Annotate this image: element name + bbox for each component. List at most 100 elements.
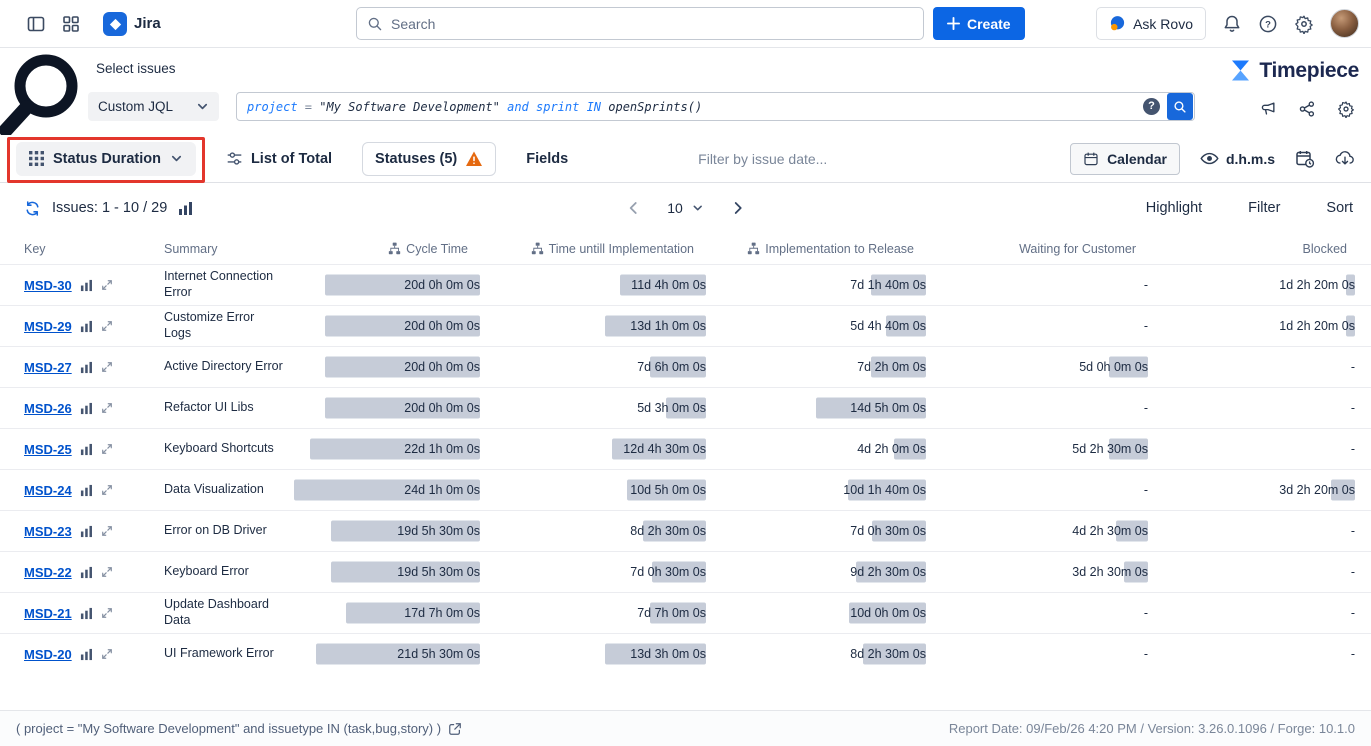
grid-icon — [29, 151, 44, 166]
issue-chart-icon[interactable] — [80, 320, 93, 333]
search-input[interactable] — [391, 16, 913, 32]
issue-chart-icon[interactable] — [80, 648, 93, 661]
column-header-summary[interactable]: Summary — [150, 233, 292, 265]
column-header-cycle_time[interactable]: Cycle Time — [292, 233, 488, 265]
page-size-value: 10 — [667, 200, 683, 216]
jql-mode-select[interactable]: Custom JQL — [88, 92, 219, 121]
key-cell: MSD-26 — [0, 388, 150, 429]
issue-expand-icon[interactable] — [101, 566, 113, 578]
issue-key-link[interactable]: MSD-23 — [24, 524, 72, 539]
issue-expand-icon[interactable] — [101, 443, 113, 455]
export-icon[interactable] — [1335, 149, 1355, 169]
jira-logo[interactable] — [103, 12, 127, 36]
timepiece-logo-icon — [1228, 58, 1253, 83]
issue-chart-icon[interactable] — [80, 484, 93, 497]
duration-cell-cycle_time: 20d 0h 0m 0s — [292, 265, 488, 306]
duration-value: 1d 2h 20m 0s — [1279, 319, 1355, 333]
issue-key-link[interactable]: MSD-30 — [24, 278, 72, 293]
gear-icon[interactable] — [1337, 100, 1355, 118]
issue-key-link[interactable]: MSD-24 — [24, 483, 72, 498]
issue-chart-icon[interactable] — [80, 607, 93, 620]
fields-button[interactable]: Fields — [526, 151, 568, 167]
ask-rovo-button[interactable]: Ask Rovo — [1096, 7, 1206, 40]
duration-value: 8d 2h 30m 0s — [850, 647, 926, 661]
issue-key-link[interactable]: MSD-26 — [24, 401, 72, 416]
jql-search-button[interactable] — [1167, 93, 1193, 120]
issue-key-link[interactable]: MSD-21 — [24, 606, 72, 621]
issue-expand-icon[interactable] — [101, 484, 113, 496]
external-link-icon[interactable] — [448, 722, 462, 736]
issue-expand-icon[interactable] — [101, 279, 113, 291]
column-header-blocked[interactable]: Blocked — [1156, 233, 1371, 265]
column-header-waiting_for_customer[interactable]: Waiting for Customer — [934, 233, 1156, 265]
chart-view-icon[interactable] — [178, 201, 193, 216]
duration-cell-waiting_for_customer: 5d 2h 30m 0s — [934, 429, 1156, 470]
create-button[interactable]: Create — [933, 7, 1025, 40]
sort-button[interactable]: Sort — [1326, 200, 1353, 216]
issue-expand-icon[interactable] — [101, 402, 113, 414]
issue-expand-icon[interactable] — [101, 361, 113, 373]
issue-expand-icon[interactable] — [101, 525, 113, 537]
issue-chart-icon[interactable] — [80, 279, 93, 292]
settings-icon[interactable] — [1294, 14, 1314, 34]
duration-empty: - — [1144, 647, 1148, 661]
report-type-select[interactable]: Status Duration — [16, 142, 196, 176]
next-page-icon[interactable] — [731, 201, 745, 215]
duration-format-toggle[interactable]: d.h.m.s — [1200, 149, 1275, 168]
issue-key-link[interactable]: MSD-29 — [24, 319, 72, 334]
issue-expand-icon[interactable] — [101, 320, 113, 332]
share-icon[interactable] — [1298, 100, 1316, 118]
duration-cell-impl_to_release: 4d 2h 0m 0s — [714, 429, 934, 470]
duration-empty: - — [1351, 442, 1355, 456]
filter-button[interactable]: Filter — [1248, 200, 1280, 216]
issue-key-link[interactable]: MSD-25 — [24, 442, 72, 457]
page-size-select[interactable]: 10 — [667, 200, 704, 216]
duration-value: 9d 2h 30m 0s — [850, 565, 926, 579]
column-header-impl_to_release[interactable]: Implementation to Release — [714, 233, 934, 265]
key-cell: MSD-20 — [0, 634, 150, 675]
duration-value: 19d 5h 30m 0s — [397, 565, 480, 579]
column-header-time_until_impl[interactable]: Time untill Implementation — [488, 233, 714, 265]
column-header-key[interactable]: Key — [0, 233, 150, 265]
column-header-label: Time untill Implementation — [549, 242, 694, 256]
jql-input[interactable]: project = "My Software Development" and … — [236, 92, 1195, 121]
notifications-icon[interactable] — [1222, 14, 1242, 34]
issue-chart-icon[interactable] — [80, 566, 93, 579]
summary-cell: Update Dashboard Data — [150, 593, 292, 634]
issue-key-link[interactable]: MSD-27 — [24, 360, 72, 375]
issue-key-link[interactable]: MSD-22 — [24, 565, 72, 580]
duration-cell-blocked: 1d 2h 20m 0s — [1156, 265, 1371, 306]
global-search[interactable] — [356, 7, 924, 40]
duration-cell-cycle_time: 20d 0h 0m 0s — [292, 306, 488, 347]
transition-icon — [388, 242, 401, 255]
issue-expand-icon[interactable] — [101, 607, 113, 619]
duration-value: 7d 0h 30m 0s — [630, 565, 706, 579]
issue-chart-icon[interactable] — [80, 443, 93, 456]
jql-help-icon[interactable]: ? — [1143, 98, 1160, 115]
issue-expand-icon[interactable] — [101, 648, 113, 660]
date-format-icon[interactable] — [1295, 149, 1315, 169]
duration-empty: - — [1351, 524, 1355, 538]
previous-page-icon[interactable] — [626, 201, 640, 215]
date-filter-input[interactable]: Filter by issue date... — [698, 151, 827, 167]
highlight-button[interactable]: Highlight — [1146, 200, 1202, 216]
user-avatar[interactable] — [1330, 9, 1359, 38]
refresh-icon[interactable] — [24, 200, 41, 217]
app-switcher-icon[interactable] — [61, 14, 81, 34]
issue-chart-icon[interactable] — [80, 525, 93, 538]
duration-cell-blocked: - — [1156, 552, 1371, 593]
sidebar-toggle-icon[interactable] — [26, 14, 46, 34]
list-of-total-button[interactable]: List of Total — [226, 150, 332, 167]
duration-cell-impl_to_release: 9d 2h 30m 0s — [714, 552, 934, 593]
calendar-button[interactable]: Calendar — [1070, 143, 1180, 175]
duration-cell-cycle_time: 20d 0h 0m 0s — [292, 388, 488, 429]
issue-chart-icon[interactable] — [80, 402, 93, 415]
issue-key-link[interactable]: MSD-20 — [24, 647, 72, 662]
statuses-button[interactable]: Statuses (5) — [362, 142, 496, 176]
announcement-icon[interactable] — [1259, 100, 1277, 118]
issue-chart-icon[interactable] — [80, 361, 93, 374]
duration-value: 11d 4h 0m 0s — [631, 278, 706, 292]
duration-cell-time_until_impl: 13d 3h 0m 0s — [488, 634, 714, 675]
help-icon[interactable]: ? — [1258, 14, 1278, 34]
duration-value: 5d 0h 0m 0s — [1079, 360, 1148, 374]
